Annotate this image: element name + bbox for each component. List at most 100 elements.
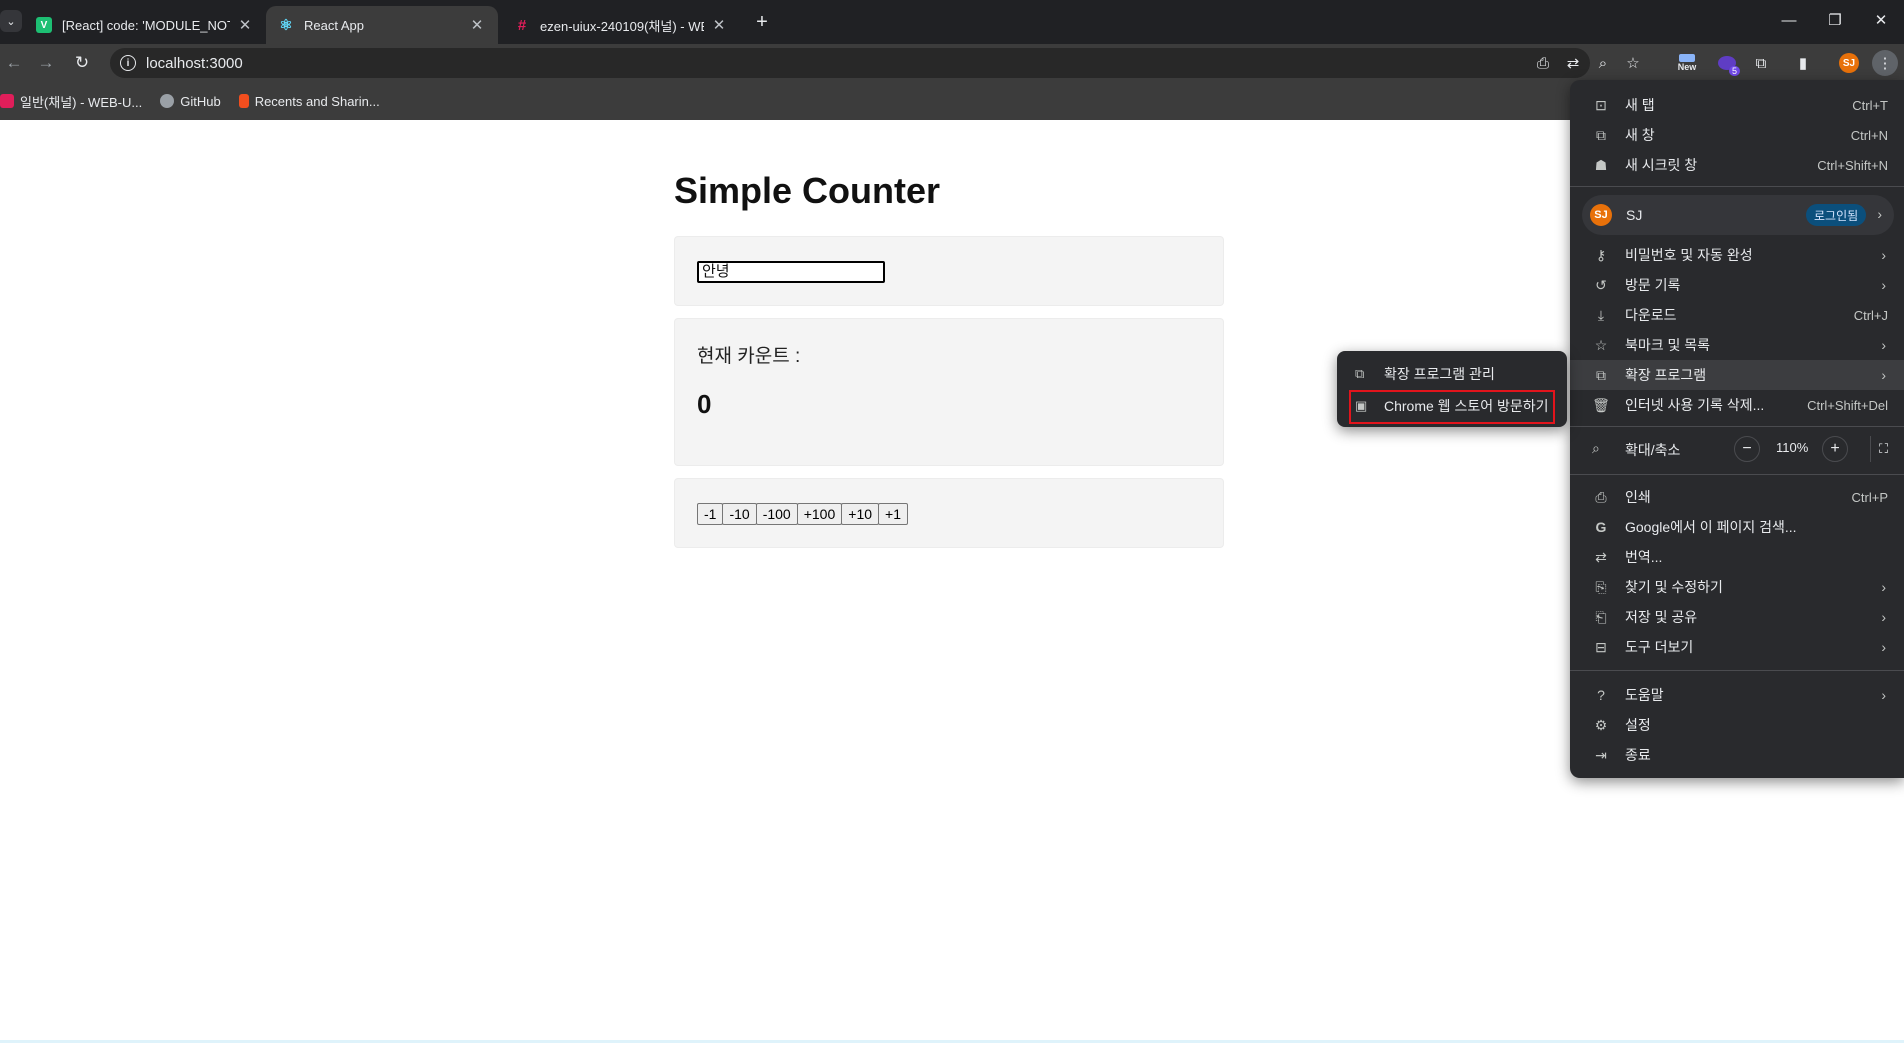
menu-zoom-row: ⌕ 확대/축소 − 110% + ⛶ xyxy=(1570,432,1904,466)
extension-badge: 5 xyxy=(1728,66,1740,76)
menu-item-settings[interactable]: ⚙ 설정 xyxy=(1570,710,1904,740)
menu-divider xyxy=(1570,186,1904,187)
google-icon: G xyxy=(1595,519,1607,535)
menu-item-shortcut: Ctrl+T xyxy=(1852,97,1888,113)
zoom-icon[interactable]: ⌕ xyxy=(1590,50,1616,76)
menu-item-label: 도움말 xyxy=(1625,687,1664,703)
bookmark-star-icon[interactable]: ☆ xyxy=(1620,50,1646,76)
menu-item-label: 방문 기록 xyxy=(1625,277,1681,293)
menu-item-help[interactable]: ? 도움말 › xyxy=(1570,680,1904,710)
menu-item-history[interactable]: ↺ 방문 기록 › xyxy=(1570,270,1904,300)
tab-title: React App xyxy=(304,17,364,33)
exit-icon: ⇥ xyxy=(1595,746,1607,763)
menu-item-label: 새 창 xyxy=(1625,127,1655,143)
toolbox-icon: ⊟ xyxy=(1595,638,1607,655)
menu-item-label: 종료 xyxy=(1625,747,1651,763)
bookmark-figma[interactable]: Recents and Sharin... xyxy=(238,94,380,109)
menu-item-more-tools[interactable]: ⊟ 도구 더보기 › xyxy=(1570,632,1904,662)
menu-divider xyxy=(1570,426,1904,427)
chevron-right-icon: › xyxy=(1881,337,1886,353)
download-icon: ⤓ xyxy=(1597,306,1605,323)
tab-react-module-error[interactable]: V [React] code: 'MODULE_NOT_F ✕ xyxy=(24,6,266,44)
kebab-menu-icon: ⋮ xyxy=(1877,55,1893,72)
help-icon: ? xyxy=(1597,687,1605,703)
submenu-item-label: 확장 프로그램 관리 xyxy=(1384,366,1495,382)
tab-title: ezen-uiux-240109(채널) - WEB xyxy=(540,18,704,34)
new-extension-button[interactable]: New xyxy=(1674,50,1700,76)
menu-item-print[interactable]: ⎙ 인쇄 Ctrl+P xyxy=(1570,482,1904,512)
find-icon: ⎘ xyxy=(1595,578,1607,595)
reload-icon: ↻ xyxy=(74,53,90,72)
menu-item-translate[interactable]: ⇄ 번역... xyxy=(1570,542,1904,572)
plus-100-button[interactable]: +100 xyxy=(796,503,843,525)
menu-item-extensions[interactable]: ⧉ 확장 프로그램 › xyxy=(1570,360,1904,390)
tab-slack-channel[interactable]: # ezen-uiux-240109(채널) - WEB ✕ xyxy=(502,6,740,44)
address-bar[interactable]: i localhost:3000 xyxy=(110,48,1590,78)
close-window-button[interactable]: ✕ xyxy=(1858,4,1904,36)
buttons-card: -1 -10 -100 +100 +10 +1 xyxy=(674,478,1224,548)
minimize-button[interactable]: — xyxy=(1766,4,1812,36)
chevron-right-icon: › xyxy=(1881,367,1886,383)
bookmark-github[interactable]: GitHub xyxy=(160,94,221,109)
menu-item-clear-data[interactable]: 🗑 인터넷 사용 기록 삭제... Ctrl+Shift+Del xyxy=(1570,390,1904,420)
tab-react-app[interactable]: ⚛ React App ✕ xyxy=(266,6,498,44)
submenu-item-manage-extensions[interactable]: ⧉ 확장 프로그램 관리 xyxy=(1337,359,1567,389)
zoom-in-button[interactable]: + xyxy=(1822,436,1848,462)
plus-10-button[interactable]: +10 xyxy=(841,503,880,525)
plus-1-button[interactable]: +1 xyxy=(878,503,908,525)
close-icon[interactable]: ✕ xyxy=(710,16,728,34)
extension-badge-button[interactable]: 5 xyxy=(1714,50,1740,76)
translate-icon[interactable]: ⇄ xyxy=(1560,50,1586,76)
minus-100-button[interactable]: -100 xyxy=(755,503,798,525)
tab-strip: ⌄ V [React] code: 'MODULE_NOT_F ✕ ⚛ Reac… xyxy=(0,0,1904,44)
menu-item-exit[interactable]: ⇥ 종료 xyxy=(1570,740,1904,770)
menu-item-shortcut: Ctrl+J xyxy=(1853,307,1888,323)
minimize-icon: — xyxy=(1781,11,1797,29)
text-input[interactable]: 안녕 xyxy=(697,261,885,283)
puzzle-icon: ⧉ xyxy=(1355,366,1365,381)
install-app-icon[interactable]: ⎙ xyxy=(1530,50,1556,76)
menu-item-incognito[interactable]: ☗ 새 시크릿 창 Ctrl+Shift+N xyxy=(1570,150,1904,180)
fullscreen-button[interactable]: ⛶ xyxy=(1870,436,1896,462)
new-tab-button[interactable]: + xyxy=(748,8,776,36)
menu-item-google-search[interactable]: G Google에서 이 페이지 검색... xyxy=(1570,512,1904,542)
bookmark-label: 일반(채널) - WEB-U... xyxy=(20,94,143,110)
extensions-puzzle-icon[interactable]: ⧉ xyxy=(1748,50,1774,76)
bookmark-slack[interactable]: 일반(채널) - WEB-U... xyxy=(0,92,142,111)
profile-avatar[interactable]: SJ xyxy=(1839,53,1859,73)
close-icon[interactable]: ✕ xyxy=(468,16,486,34)
close-icon[interactable]: ✕ xyxy=(236,16,254,34)
menu-profile-row[interactable]: SJ SJ 로그인됨 › xyxy=(1582,195,1894,235)
forward-button[interactable]: → xyxy=(32,49,60,77)
menu-item-shortcut: Ctrl+N xyxy=(1850,127,1888,143)
react-favicon-icon: ⚛ xyxy=(279,17,293,34)
menu-item-passwords[interactable]: ⚷ 비밀번호 및 자동 완성 › xyxy=(1570,240,1904,270)
tab-search-button[interactable]: ⌄ xyxy=(0,10,22,32)
chrome-menu: ⊡ 새 탭 Ctrl+T ⧉ 새 창 Ctrl+N ☗ 새 시크릿 창 Ctrl… xyxy=(1570,80,1904,778)
extensions-submenu: ⧉ 확장 프로그램 관리 ▣ Chrome 웹 스토어 방문하기 xyxy=(1337,351,1567,427)
menu-item-downloads[interactable]: ⤓ 다운로드 Ctrl+J xyxy=(1570,300,1904,330)
menu-item-new-window[interactable]: ⧉ 새 창 Ctrl+N xyxy=(1570,120,1904,150)
menu-item-shortcut: Ctrl+P xyxy=(1851,489,1888,505)
reload-button[interactable]: ↻ xyxy=(68,49,96,77)
back-button[interactable]: ← xyxy=(0,49,28,77)
browser-toolbar: ← → ↻ i localhost:3000 ⎙ ⇄ ⌕ ☆ New 5 ⧉ ▮… xyxy=(0,44,1904,82)
chevron-down-icon: ⌄ xyxy=(6,15,16,28)
side-panel-icon[interactable]: ▮ xyxy=(1790,50,1816,76)
minus-10-button[interactable]: -10 xyxy=(722,503,757,525)
menu-item-save-share[interactable]: ⎗ 저장 및 공유 › xyxy=(1570,602,1904,632)
menu-item-new-tab[interactable]: ⊡ 새 탭 Ctrl+T xyxy=(1570,90,1904,120)
zoom-out-button[interactable]: − xyxy=(1734,436,1760,462)
slack-icon xyxy=(0,94,14,108)
restore-button[interactable]: ❐ xyxy=(1812,4,1858,36)
menu-item-bookmarks[interactable]: ☆ 북마크 및 목록 › xyxy=(1570,330,1904,360)
chevron-right-icon: › xyxy=(1881,277,1886,293)
menu-item-label: 인쇄 xyxy=(1625,489,1651,505)
minus-1-button[interactable]: -1 xyxy=(697,503,724,525)
figma-icon xyxy=(238,94,249,108)
chrome-menu-button[interactable]: ⋮ xyxy=(1872,50,1898,76)
tab-title: [React] code: 'MODULE_NOT_F xyxy=(62,17,230,33)
menu-item-find-edit[interactable]: ⎘ 찾기 및 수정하기 › xyxy=(1570,572,1904,602)
save-icon: ⎗ xyxy=(1595,608,1607,625)
site-info-icon[interactable]: i xyxy=(120,55,136,71)
